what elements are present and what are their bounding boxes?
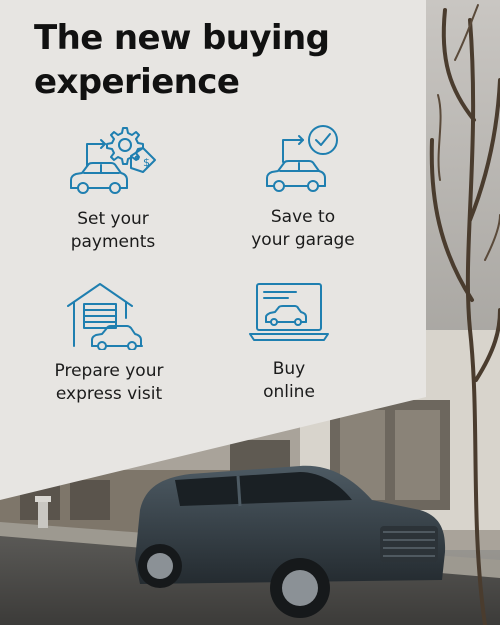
feature-label-line2: online <box>263 382 315 402</box>
garage-express-icon <box>67 283 143 350</box>
feature-label-line1: Save to <box>270 207 336 227</box>
feature-save-garage: Save to your garage <box>218 122 388 252</box>
promo-banner: The new buying experience $ Set your pay… <box>0 0 500 625</box>
laptop-car-icon <box>249 283 329 341</box>
feature-label-line1: Prepare your <box>54 361 164 381</box>
feature-label-line2: express visit <box>55 384 163 404</box>
garage-checkmark-icon <box>266 125 338 192</box>
feature-buy-online: Buy online <box>204 280 374 404</box>
feature-set-payments: $ Set your payments <box>28 122 198 254</box>
svg-text:$: $ <box>143 156 150 169</box>
feature-label-line1: Buy <box>272 359 306 379</box>
payment-car-gear-icon: $ <box>70 127 156 194</box>
headline: The new buying experience <box>34 18 330 102</box>
feature-label-line2: payments <box>70 232 156 252</box>
feature-label-line1: Set your <box>77 209 149 229</box>
feature-label-line2: your garage <box>251 230 355 250</box>
feature-express-visit: Prepare your express visit <box>24 280 194 406</box>
